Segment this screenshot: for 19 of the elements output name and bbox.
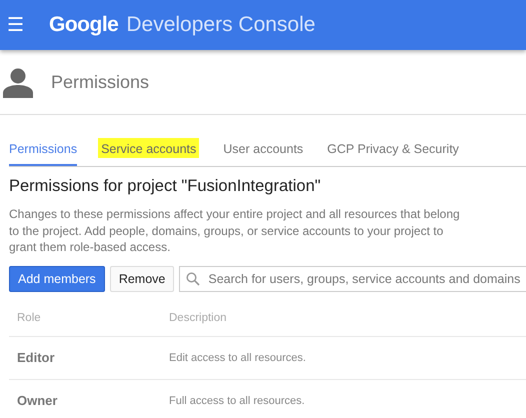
tab[interactable]: User accounts bbox=[223, 138, 304, 164]
column-header: Role bbox=[17, 312, 42, 324]
search-field[interactable]: Search for users, groups, service accounts and domains bbox=[179, 266, 526, 292]
brand-logo: Google bbox=[49, 13, 118, 37]
table-cell: Edit access to all resources. bbox=[169, 352, 306, 364]
page-title: Permissions bbox=[51, 72, 150, 92]
remove-button[interactable]: Remove bbox=[110, 266, 174, 292]
role-cell-text: Owner bbox=[17, 393, 58, 408]
add-button[interactable]: Add members bbox=[9, 266, 105, 292]
product-name: Developers Console bbox=[126, 13, 316, 37]
tab[interactable]: Service accounts bbox=[98, 138, 200, 158]
column-header: Description bbox=[169, 312, 228, 324]
role-cell-text: Editor bbox=[17, 350, 56, 365]
tab[interactable]: GCP Privacy & Security bbox=[327, 138, 459, 164]
table-cell: Full access to all resources. bbox=[169, 394, 305, 406]
section-heading: Permissions for project "FusionIntegration" bbox=[9, 177, 322, 196]
tab[interactable]: Permissions bbox=[9, 138, 78, 166]
menu-icon[interactable]: ☰ bbox=[7, 16, 24, 34]
description-text: Changes to these permissions affect your entire project and all resources that belong to the project. Add people, domains, groups, or service accounts to your project to grant them role-based access. bbox=[9, 206, 461, 256]
